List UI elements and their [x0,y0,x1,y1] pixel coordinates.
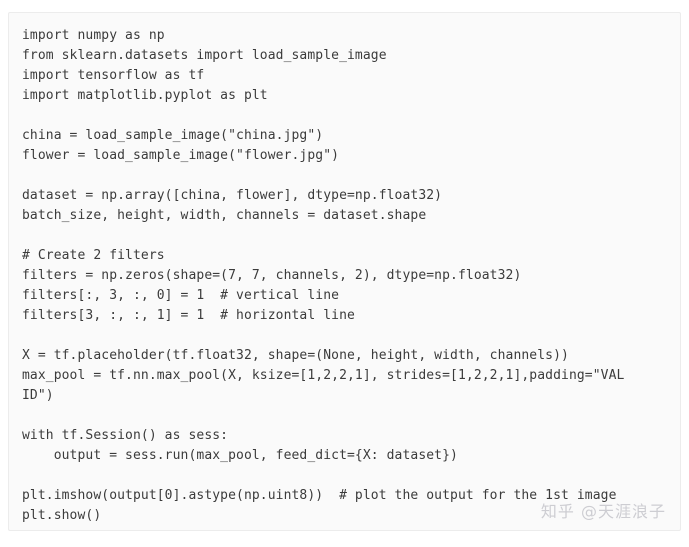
code-line: import matplotlib.pyplot as plt [22,88,268,103]
code-line: output = sess.run(max_pool, feed_dict={X… [22,448,458,463]
code-card: import numpy as np from sklearn.datasets … [8,12,681,531]
code-line: flower = load_sample_image("flower.jpg") [22,148,340,163]
code-block[interactable]: import numpy as np from sklearn.datasets … [9,13,680,530]
watermark: 知乎 @天涯浪子 [540,502,666,521]
code-line: X = tf.placeholder(tf.float32, shape=(No… [22,348,569,363]
code-line: ID") [22,388,54,403]
code-line: dataset = np.array([china, flower], dtyp… [22,188,443,203]
code-line: from sklearn.datasets import load_sample… [22,48,387,63]
code-line: max_pool = tf.nn.max_pool(X, ksize=[1,2,… [22,368,625,383]
code-line: filters[3, :, :, 1] = 1 # horizontal lin… [22,308,355,323]
code-line: batch_size, height, width, channels = da… [22,208,427,223]
code-line: import numpy as np [22,28,165,43]
code-line: filters[:, 3, :, 0] = 1 # vertical line [22,288,340,303]
code-line: filters = np.zeros(shape=(7, 7, channels… [22,268,522,283]
code-line: with tf.Session() as sess: [22,428,229,443]
code-line: import tensorflow as tf [22,68,205,83]
code-line: china = load_sample_image("china.jpg") [22,128,324,143]
code-line: # Create 2 filters [22,248,165,263]
